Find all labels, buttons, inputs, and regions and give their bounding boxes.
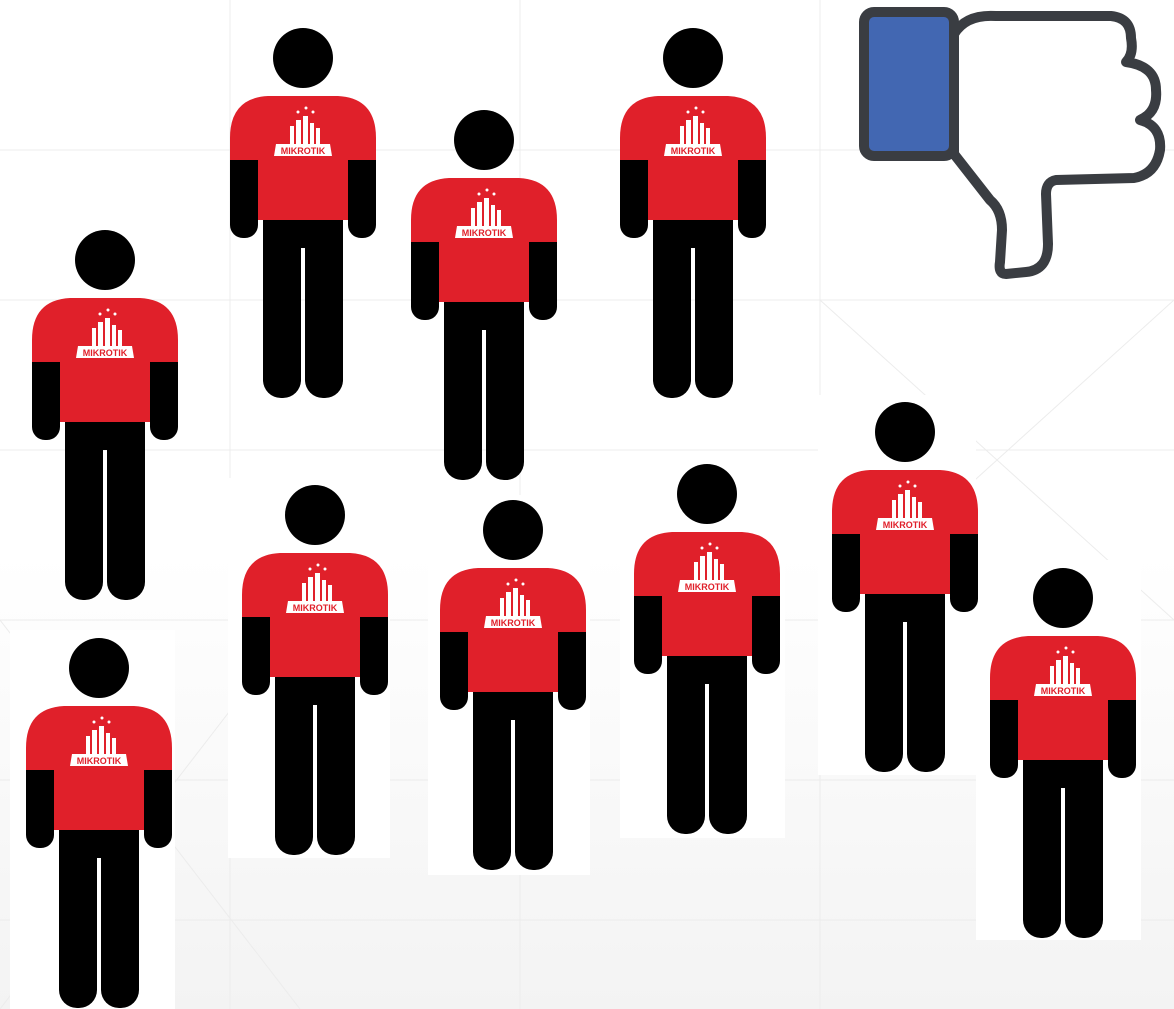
person-icon	[618, 28, 768, 408]
illustration-canvas: MIKROTIK	[0, 0, 1174, 1009]
person-icon	[228, 28, 378, 408]
person-icon	[438, 500, 588, 880]
person-icon	[24, 638, 174, 1009]
person-icon	[632, 464, 782, 844]
person-icon	[409, 110, 559, 490]
person-icon	[30, 230, 180, 610]
person-icon	[830, 402, 980, 782]
person-icon	[240, 485, 390, 865]
person-icon	[988, 568, 1138, 948]
thumbs-down-icon	[856, 4, 1168, 286]
